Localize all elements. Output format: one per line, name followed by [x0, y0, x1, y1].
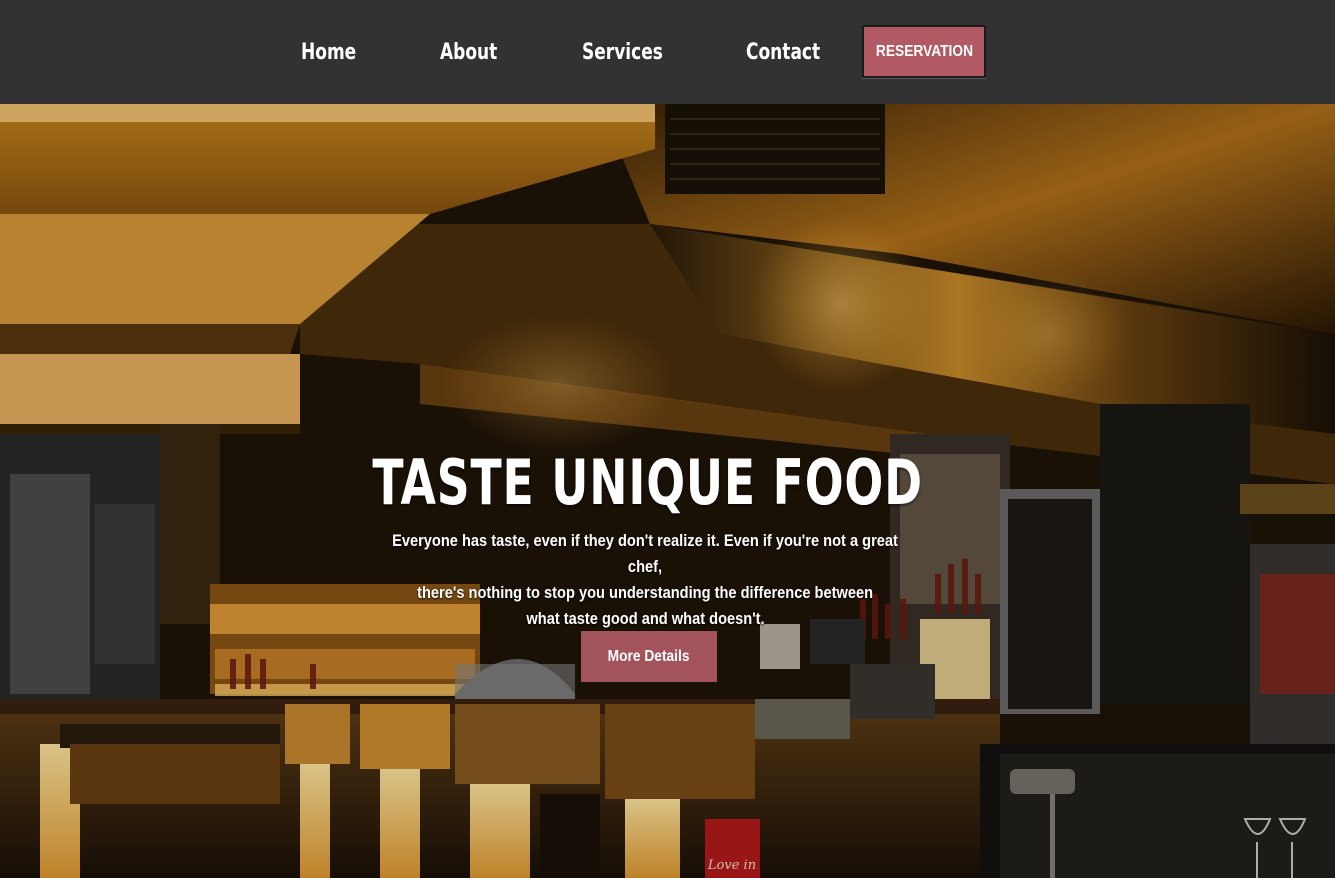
nav-link-services[interactable]: Services [582, 37, 663, 69]
nav-link-about[interactable]: About [440, 37, 497, 69]
hero-title: TASTE UNIQUE FOOD [372, 446, 923, 519]
hero-description-line: what taste good and what doesn't. [525, 609, 765, 628]
reservation-button-label: RESERVATION [875, 42, 973, 60]
top-navigation: Home About Services Contact RESERVATION [0, 0, 1335, 104]
more-details-button[interactable]: More Details [581, 631, 717, 682]
hero-description-line: there's nothing to stop you understandin… [417, 583, 873, 602]
nav-link-home[interactable]: Home [301, 37, 356, 69]
hero-description: Everyone has taste, even if they don't r… [330, 528, 960, 632]
hero-section: Love in TASTE UNIQUE FOOD Everyone has t… [0, 104, 1335, 878]
more-details-button-label: More Details [608, 647, 690, 665]
hero-description-line: Everyone has taste, even if they don't r… [392, 531, 898, 576]
reservation-button[interactable]: RESERVATION [862, 25, 986, 78]
nav-link-contact[interactable]: Contact [746, 37, 820, 69]
